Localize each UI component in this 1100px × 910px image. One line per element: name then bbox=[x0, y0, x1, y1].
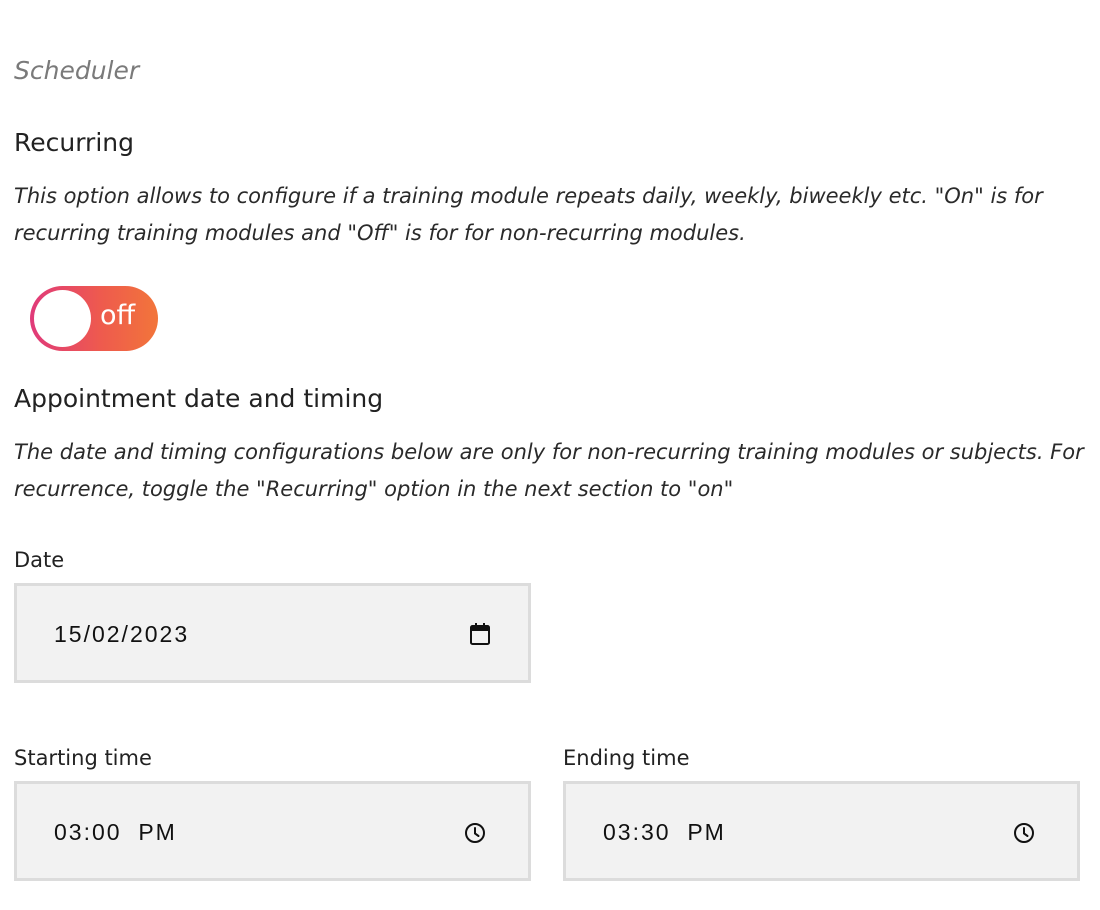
appointment-description: The date and timing configurations below… bbox=[14, 440, 1084, 501]
ending-time-label: Ending time bbox=[563, 746, 690, 770]
recurring-description: This option allows to configure if a tra… bbox=[14, 184, 1043, 245]
clock-icon[interactable] bbox=[1013, 822, 1035, 844]
ending-time-value: 03:30 PM bbox=[603, 819, 726, 845]
date-label: Date bbox=[14, 548, 65, 572]
starting-time-label: Starting time bbox=[14, 746, 152, 770]
appointment-heading: Appointment date and timing bbox=[14, 384, 384, 413]
section-label: Scheduler bbox=[14, 56, 140, 85]
clock-icon[interactable] bbox=[464, 822, 486, 844]
date-input[interactable]: 15/02/2023 bbox=[14, 583, 531, 683]
toggle-knob bbox=[34, 290, 91, 347]
date-value: 15/02/2023 bbox=[54, 621, 190, 647]
ending-time-input[interactable]: 03:30 PM bbox=[563, 781, 1080, 881]
calendar-icon[interactable] bbox=[469, 622, 491, 645]
recurring-heading: Recurring bbox=[14, 128, 134, 157]
toggle-state-label: off bbox=[100, 300, 136, 331]
starting-time-input[interactable]: 03:00 PM bbox=[14, 781, 531, 881]
recurring-toggle[interactable]: off bbox=[30, 286, 158, 351]
starting-time-value: 03:00 PM bbox=[54, 819, 177, 845]
